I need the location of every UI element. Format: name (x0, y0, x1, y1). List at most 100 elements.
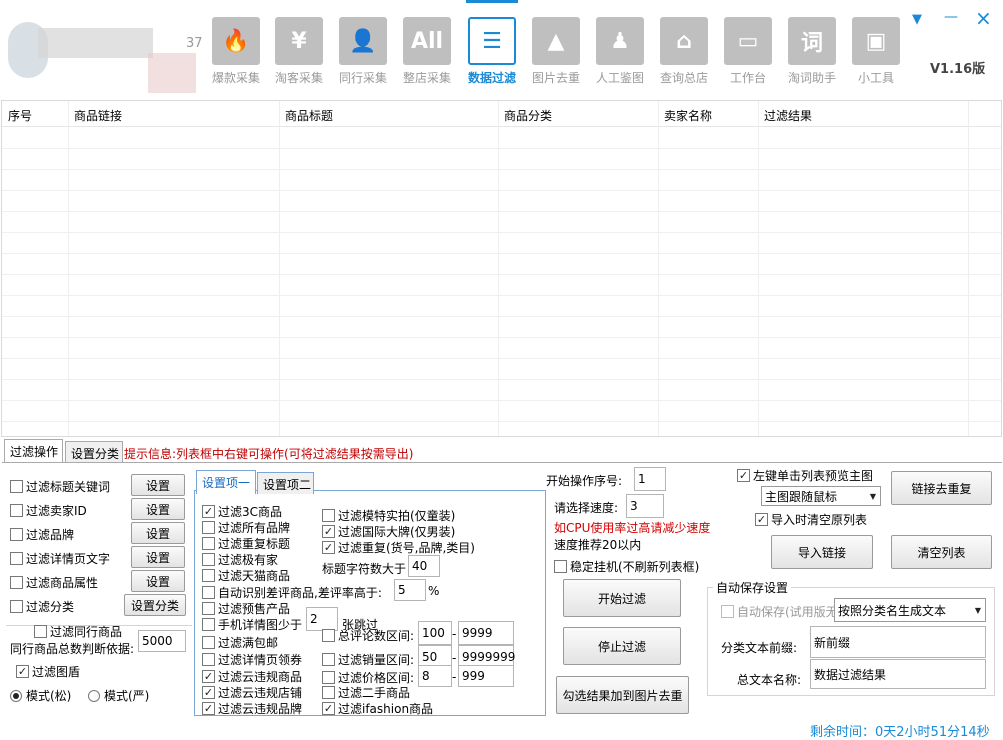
col-result[interactable]: 过滤结果 (764, 107, 812, 124)
dedupe-links-button[interactable]: 链接去重复 (891, 471, 992, 505)
add-to-image-dedupe-button[interactable]: 勾选结果加到图片去重 (556, 676, 689, 714)
tab-settings-one[interactable]: 设置项一 (196, 470, 256, 494)
checkbox-icon (554, 560, 567, 573)
option2-label: 过滤国际大牌(仅男装) (338, 525, 456, 539)
option2-checkbox-1[interactable]: 过滤模特实拍(仅童装) (322, 507, 455, 524)
checkbox-icon (322, 671, 335, 684)
cloud-shop-checkbox[interactable]: ✓ 过滤云违规店铺 (202, 684, 302, 701)
start-filter-button[interactable]: 开始过滤 (563, 579, 681, 617)
option-checkbox-5[interactable]: 过滤天猫商品 (202, 567, 290, 584)
cloud-brand-checkbox[interactable]: ✓ 过滤云违规品牌 (202, 700, 302, 717)
col-category[interactable]: 商品分类 (504, 107, 552, 124)
cloud-goods-checkbox[interactable]: ✓ 过滤云违规商品 (202, 668, 302, 685)
autosave-checkbox[interactable]: 自动保存(试用版无 (721, 603, 838, 620)
left-filter-checkbox-2[interactable]: 过滤卖家ID (10, 502, 87, 519)
stable-hangup-checkbox[interactable]: 稳定挂机(不刷新列表框) (554, 558, 699, 575)
toolbar-label: 工作台 (729, 71, 766, 85)
price-min-input[interactable]: 8 (418, 665, 452, 687)
left-filter-checkbox-5[interactable]: 过滤商品属性 (10, 574, 98, 591)
tab-filter-operation[interactable]: 过滤操作 (4, 439, 63, 463)
second-hand-checkbox[interactable]: 过滤二手商品 (322, 684, 410, 701)
ifashion-checkbox[interactable]: ✓ 过滤ifashion商品 (322, 700, 433, 717)
price-max-input[interactable]: 999 (458, 665, 514, 687)
clear-on-import-checkbox[interactable]: ✓ 导入时清空原列表 (755, 511, 867, 528)
peer-total-input[interactable]: 5000 (138, 630, 186, 652)
import-links-button[interactable]: 导入链接 (771, 535, 873, 569)
toolbar-item-2[interactable]: ¥ 淘客采集 (273, 17, 325, 89)
set-button-3[interactable]: 设置 (131, 522, 185, 544)
toolbar-item-11[interactable]: ▣ 小工具 (850, 17, 902, 89)
left-click-preview-checkbox[interactable]: ✓ 左键单击列表预览主图 (737, 467, 873, 484)
bad-rate-unit: % (428, 584, 440, 598)
toolbar-item-10[interactable]: 词淘词助手 (786, 17, 838, 89)
total-name-input[interactable]: 数据过滤结果 (810, 659, 986, 689)
bad-rate-input[interactable]: 5 (394, 579, 426, 601)
grid-column-divider (68, 101, 69, 436)
col-title[interactable]: 商品标题 (285, 107, 333, 124)
shield-checkbox[interactable]: ✓ 过滤图盾 (16, 663, 80, 680)
speed-input[interactable]: 3 (626, 494, 664, 518)
left-filter-checkbox-3[interactable]: 过滤品牌 (10, 526, 74, 543)
results-table[interactable]: 序号 商品链接 商品标题 商品分类 卖家名称 过滤结果 (1, 100, 1002, 437)
toolbar-item-8[interactable]: ⌂ 查询总店 (658, 17, 710, 89)
title-length-input[interactable]: 40 (408, 555, 440, 577)
free-ship-label: 过滤满包邮 (218, 636, 279, 650)
left-filter-checkbox-6[interactable]: 过滤分类 (10, 598, 74, 615)
clear-on-import-label: 导入时清空原列表 (771, 513, 868, 527)
mode-loose-radio[interactable]: 模式(松) (10, 687, 71, 704)
start-seq-input[interactable]: 1 (634, 467, 666, 491)
comment-range-checkbox[interactable]: 总评论数区间: (322, 627, 414, 644)
peer-checkbox[interactable]: 过滤同行商品 (34, 623, 122, 640)
checkbox-icon: ✓ (322, 541, 335, 554)
toolbar-item-4[interactable]: All 整店采集 (401, 17, 453, 89)
menu-arrow-icon[interactable]: ▼ (912, 12, 922, 27)
tab-set-category[interactable]: 设置分类 (65, 441, 123, 463)
mobile-detail-checkbox[interactable]: 手机详情图少于 (202, 616, 302, 633)
stop-filter-button[interactable]: 停止过滤 (563, 627, 681, 665)
prefix-input[interactable]: 新前缀 (810, 626, 986, 658)
left-filter-checkbox-4[interactable]: 过滤详情页文字 (10, 550, 110, 567)
col-seller[interactable]: 卖家名称 (664, 107, 712, 124)
follow-mode-select[interactable]: 主图跟随鼠标 (761, 486, 881, 506)
detail-coupon-checkbox[interactable]: 过滤详情页领券 (202, 651, 302, 668)
option-checkbox-3[interactable]: 过滤重复标题 (202, 535, 290, 552)
col-link[interactable]: 商品链接 (74, 107, 122, 124)
toolbar-item-6[interactable]: ▲ 图片去重 (530, 17, 582, 89)
sales-range-checkbox[interactable]: 过滤销量区间: (322, 651, 414, 668)
option2-label: 过滤重复(货号,品牌,类目) (338, 541, 475, 555)
grid-row-divider (2, 190, 1001, 191)
tab-settings-two[interactable]: 设置项二 (257, 472, 314, 494)
autosave-mode-select[interactable]: 按照分类名生成文本 (834, 598, 986, 622)
option-checkbox-2[interactable]: 过滤所有品牌 (202, 519, 290, 536)
option2-checkbox-3[interactable]: ✓ 过滤重复(货号,品牌,类目) (322, 539, 475, 556)
toolbar-item-3[interactable]: 👤 同行采集 (337, 17, 389, 89)
set-category-button[interactable]: 设置分类 (124, 594, 186, 616)
set-button-4[interactable]: 设置 (131, 546, 185, 568)
toolbar-item-9[interactable]: ▭ 工作台 (722, 17, 774, 89)
clear-list-button[interactable]: 清空列表 (891, 535, 992, 569)
version-label: V1.16版 (930, 62, 986, 77)
option-checkbox-4[interactable]: 过滤极有家 (202, 551, 278, 568)
close-button[interactable]: × (975, 6, 992, 30)
radio-icon (10, 689, 22, 702)
set-button-1[interactable]: 设置 (131, 474, 185, 496)
set-button-5[interactable]: 设置 (131, 570, 185, 592)
col-seq[interactable]: 序号 (8, 107, 32, 124)
left-filter-label: 过滤标题关键词 (26, 480, 111, 494)
option-checkbox-1[interactable]: ✓ 过滤3C商品 (202, 503, 282, 520)
toolbar-item-5[interactable]: ☰ 数据过滤 (466, 0, 518, 89)
auto-bad-review-checkbox[interactable]: 自动识别差评商品,差评率高于: (202, 584, 382, 601)
toolbar-item-7[interactable]: ♟ 人工鉴图 (594, 17, 646, 89)
presale-checkbox[interactable]: 过滤预售产品 (202, 600, 290, 617)
comment-min-input[interactable]: 100 (418, 621, 452, 645)
grid-row-divider (2, 253, 1001, 254)
mode-strict-radio[interactable]: 模式(严) (88, 687, 149, 704)
option2-checkbox-2[interactable]: ✓ 过滤国际大牌(仅男装) (322, 523, 455, 540)
minimize-button[interactable]: — (944, 9, 958, 25)
all-icon: All (403, 17, 451, 65)
comment-max-input[interactable]: 9999 (458, 621, 514, 645)
toolbar-item-1[interactable]: 🔥 爆款采集 (210, 17, 262, 89)
free-ship-checkbox[interactable]: 过滤满包邮 (202, 634, 278, 651)
left-filter-checkbox-1[interactable]: 过滤标题关键词 (10, 478, 110, 495)
set-button-2[interactable]: 设置 (131, 498, 185, 520)
